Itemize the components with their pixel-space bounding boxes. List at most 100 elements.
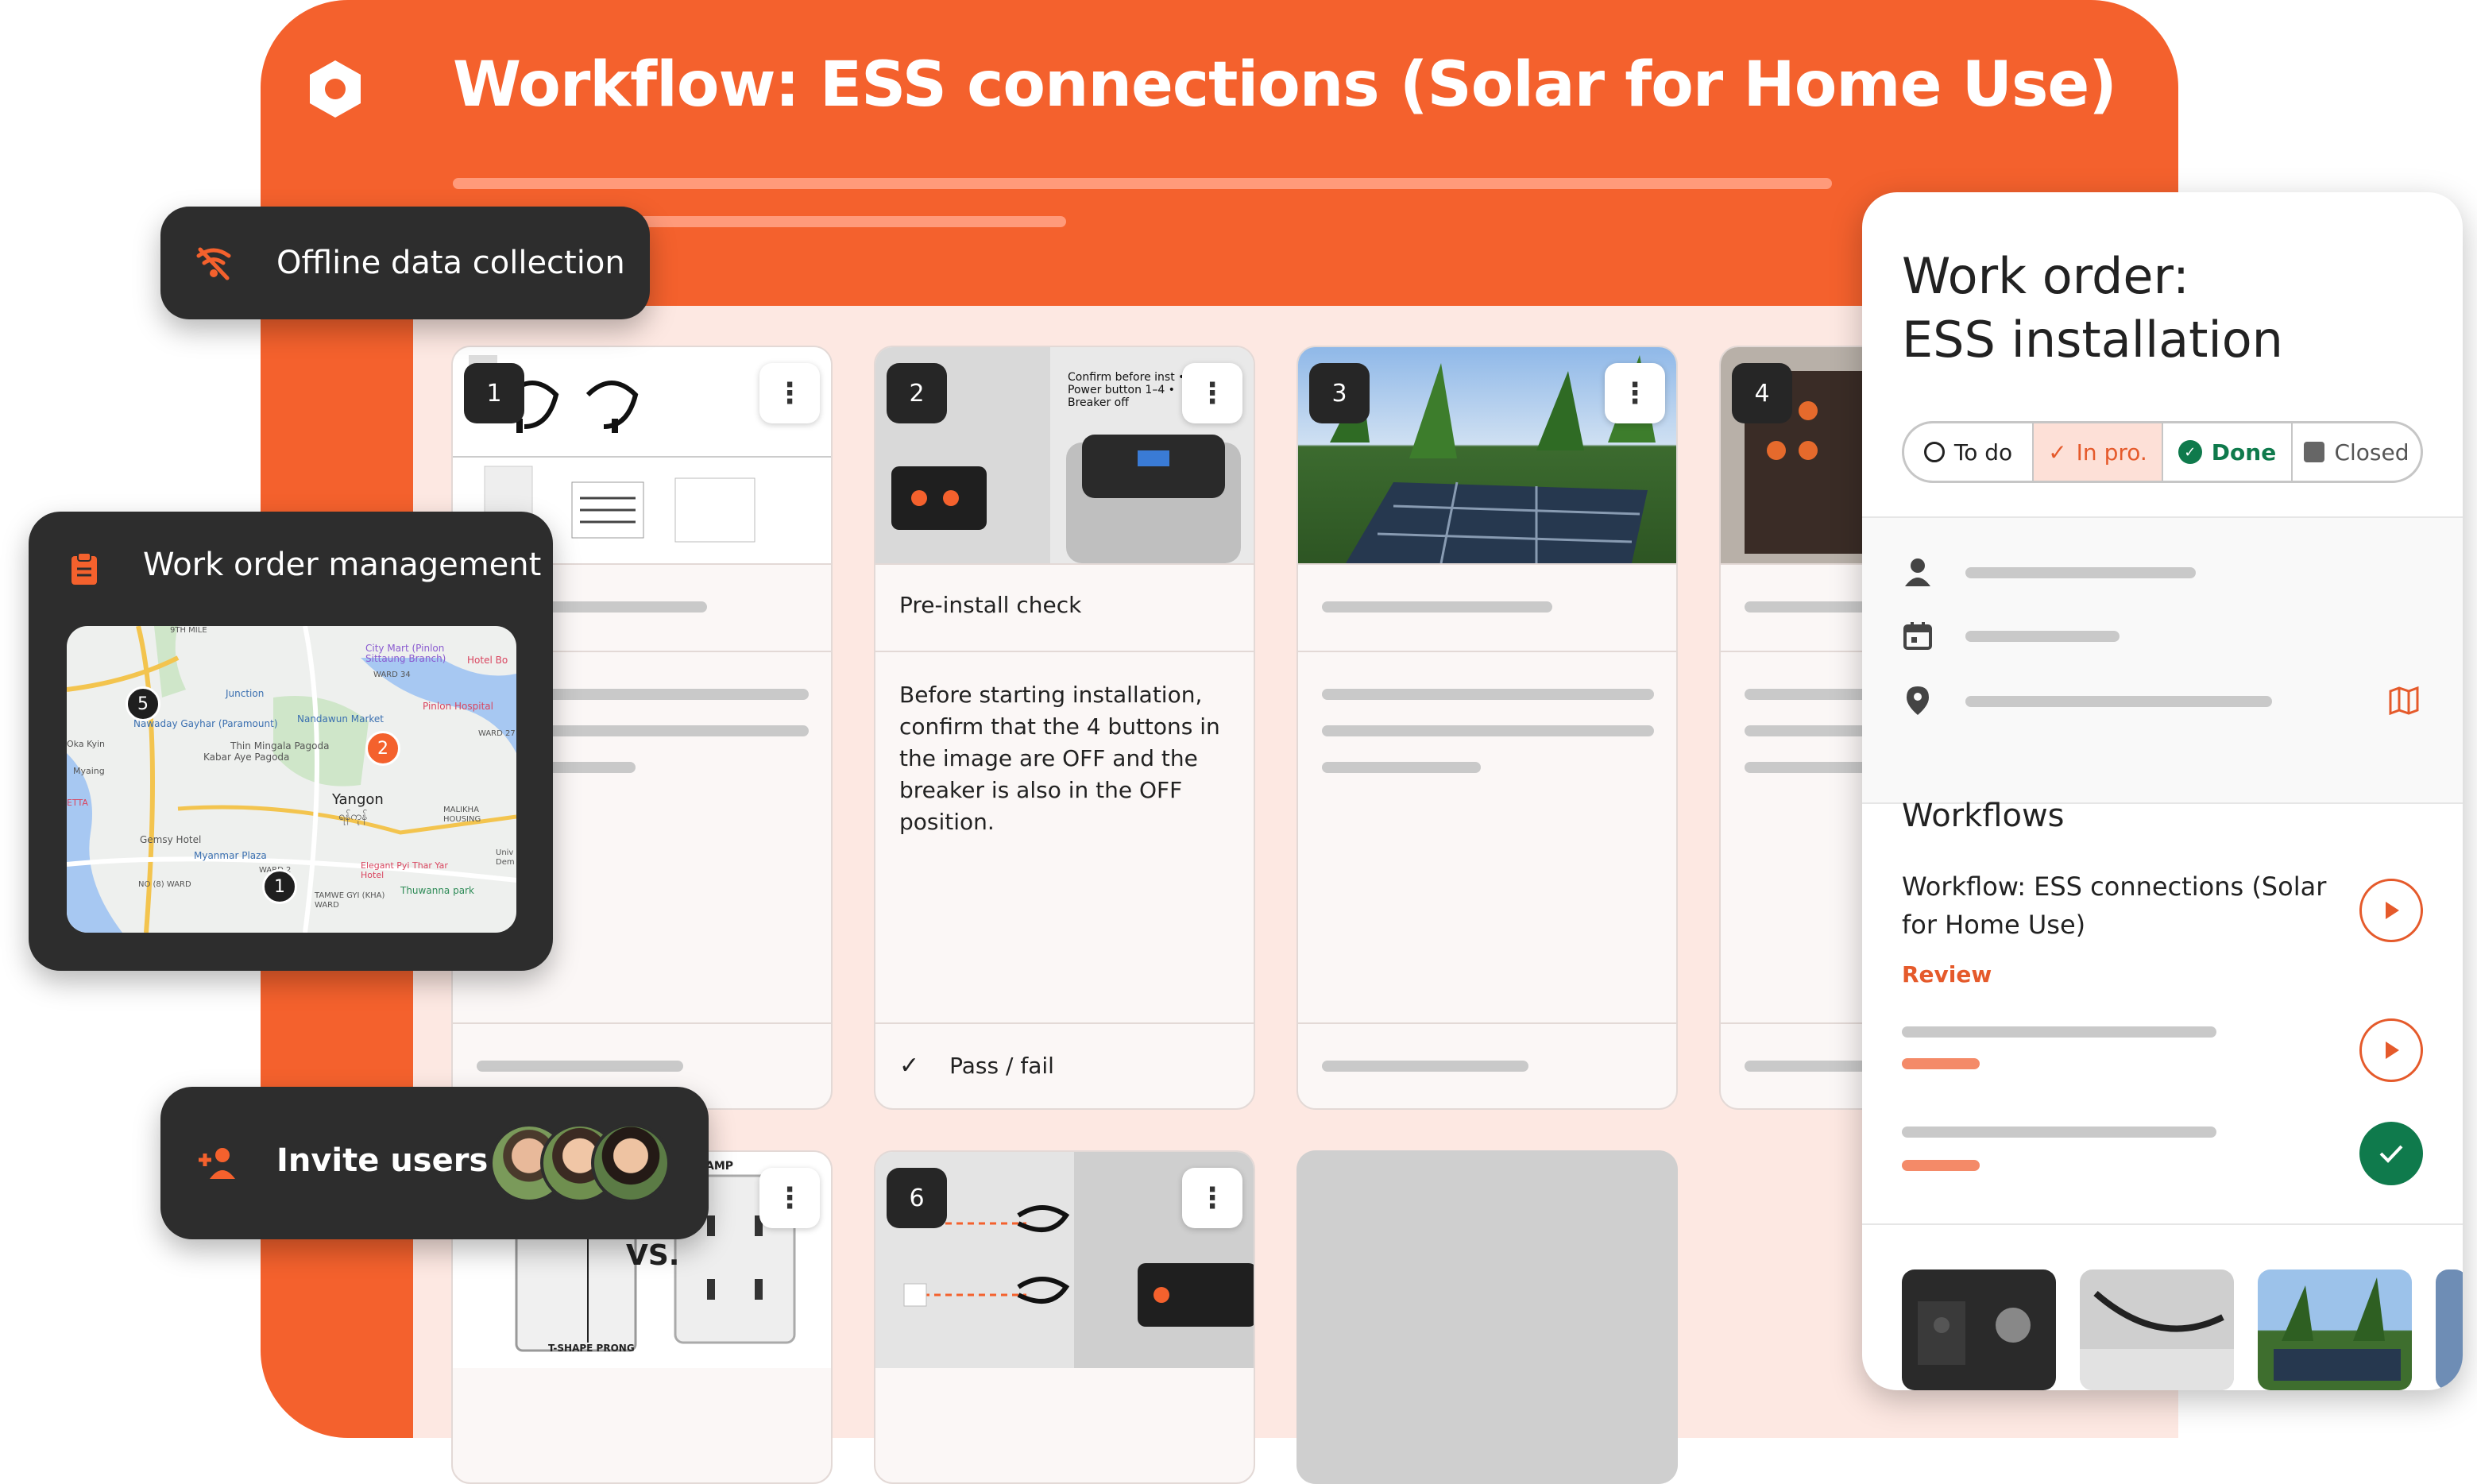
add-user-icon <box>199 1148 235 1179</box>
play-icon <box>2386 1042 2399 1059</box>
work-order-title-line: ESS installation <box>1902 311 2283 369</box>
step-card-6[interactable]: 6 ⋮ <box>874 1150 1255 1484</box>
clipboard-icon <box>71 552 97 585</box>
image-caption: VS. <box>626 1239 680 1272</box>
work-order-panel: Work order: ESS installation To do ✓ In … <box>1862 192 2463 1390</box>
more-options-icon[interactable]: ⋮ <box>1182 363 1242 423</box>
divider <box>1298 651 1676 652</box>
map-label: Kabar Aye Pagoda <box>203 752 290 763</box>
placeholder-bar <box>1322 762 1481 773</box>
step-footer: ✓ Pass / fail <box>899 1052 1054 1080</box>
map-label: Thin Mingala Pagoda <box>230 740 330 752</box>
answer-type: Pass / fail <box>949 1053 1054 1079</box>
check-icon <box>2379 1145 2403 1163</box>
map-label: Yangon <box>332 791 384 808</box>
divider <box>875 563 1254 565</box>
image-caption: Confirm before inst • Power button 1–4 •… <box>1068 371 1185 409</box>
map-label: City Mart (Pinlon Sittaung Branch) <box>365 643 446 664</box>
more-options-icon[interactable]: ⋮ <box>1182 1168 1242 1228</box>
photo-thumbnail[interactable] <box>1902 1270 2056 1390</box>
placeholder-bar <box>1322 1061 1528 1072</box>
placeholder-status-bar <box>1902 1058 1980 1069</box>
map-label: Thuwanna park <box>400 885 474 896</box>
map-pin[interactable]: 2 <box>365 731 400 766</box>
work-order-title: Work order: ESS installation <box>1902 245 2283 372</box>
placeholder-bar <box>1965 567 2196 578</box>
map-label: TAMWE GYI (KHA) WARD <box>315 891 385 910</box>
status-done[interactable]: ✓ Done <box>2163 423 2293 481</box>
workflow-name[interactable]: Workflow: ESS connections (Solar for Hom… <box>1902 868 2347 944</box>
map-label: Univ Dem <box>496 848 515 867</box>
status-in-progress[interactable]: ✓ In pro. <box>2034 423 2163 481</box>
map-pin[interactable]: 5 <box>126 686 160 721</box>
placeholder-bar <box>477 1061 683 1072</box>
status-closed[interactable]: Closed <box>2293 423 2421 481</box>
work-order-title-line: Work order: <box>1902 247 2189 305</box>
person-icon <box>1905 558 1930 586</box>
workflow-status: Review <box>1902 961 1992 987</box>
placeholder-bar <box>1322 725 1654 736</box>
image-caption: AMP <box>705 1160 734 1173</box>
invite-feature-card: Invite users <box>160 1087 709 1239</box>
placeholder-bar <box>1902 1127 2216 1138</box>
play-workflow-button[interactable] <box>2359 879 2423 942</box>
map-label: Oka Kyin <box>67 739 106 749</box>
step-number-badge: 4 <box>1732 363 1792 423</box>
step-card-3[interactable]: 3 ⋮ <box>1296 346 1678 1110</box>
status-todo[interactable]: To do <box>1904 423 2034 481</box>
map-label: Nawaday Gayhar (Paramount) <box>133 718 278 729</box>
calendar-icon <box>1903 622 1932 650</box>
work-order-map[interactable]: 9TH MILE City Mart (Pinlon Sittaung Bran… <box>67 626 516 933</box>
map-label: ရန်ကုန် <box>338 810 368 823</box>
photo-thumbnail[interactable] <box>2436 1270 2463 1390</box>
status-selector[interactable]: To do ✓ In pro. ✓ Done Closed <box>1902 421 2423 483</box>
info-section <box>1862 518 2463 802</box>
play-icon <box>2386 902 2399 919</box>
divider <box>875 1022 1254 1024</box>
invite-label: Invite users <box>276 1142 489 1179</box>
placeholder-status-bar <box>1902 1160 1980 1171</box>
status-label: In pro. <box>2076 439 2147 466</box>
step-card-2[interactable]: Confirm before inst • Power button 1–4 •… <box>874 346 1255 1110</box>
play-workflow-button[interactable] <box>2359 1018 2423 1082</box>
map-label: Elegant Pyi Thar Yar Hotel <box>361 860 448 880</box>
image-caption: T-SHAPE PRONG <box>548 1343 635 1354</box>
map-pin[interactable]: 1 <box>262 869 297 904</box>
placeholder-bar <box>1322 689 1654 700</box>
status-label: To do <box>1953 439 2013 466</box>
map-label: ETTA <box>67 798 88 808</box>
photo-thumbnail[interactable] <box>2258 1270 2412 1390</box>
workflow-title: Workflow: ESS connections (Solar for Hom… <box>453 49 2117 121</box>
archive-icon <box>2304 442 2325 462</box>
check-circle-icon: ✓ <box>2178 440 2202 464</box>
map-label: NO (8) WARD <box>138 880 191 889</box>
workflow-done-button[interactable] <box>2359 1122 2423 1185</box>
check-icon: ✓ <box>2048 439 2067 466</box>
location-icon <box>1907 686 1929 715</box>
wifi-off-icon <box>196 247 231 280</box>
placeholder-bar <box>1965 631 2120 642</box>
divider <box>1862 1223 2463 1225</box>
map-label: Nandawun Market <box>297 713 384 725</box>
divider <box>453 1022 831 1024</box>
map-label: WARD 27 <box>478 729 516 738</box>
work-order-label: Work order management <box>143 547 542 583</box>
map-label: Junction <box>226 688 265 699</box>
circle-icon <box>1923 442 1945 462</box>
map-label: Myaing <box>73 766 105 776</box>
divider <box>1298 1022 1676 1024</box>
map-label: MALIKHA HOUSING <box>443 806 481 824</box>
step-description: Before starting installation, confirm th… <box>899 682 1220 835</box>
check-icon: ✓ <box>899 1052 920 1080</box>
more-options-icon[interactable]: ⋮ <box>1605 363 1665 423</box>
more-options-icon[interactable]: ⋮ <box>759 1168 820 1228</box>
map-label: Myanmar Plaza <box>194 850 267 861</box>
map-icon[interactable] <box>2388 686 2420 715</box>
offline-feature-card: Offline data collection <box>160 207 650 319</box>
map-label: Hotel Bo <box>467 655 508 666</box>
map-label: WARD 34 <box>373 671 411 679</box>
status-label: Closed <box>2334 439 2409 466</box>
photo-thumbnail[interactable] <box>2080 1270 2234 1390</box>
more-options-icon[interactable]: ⋮ <box>759 363 820 423</box>
title-placeholder-line <box>453 178 1832 189</box>
